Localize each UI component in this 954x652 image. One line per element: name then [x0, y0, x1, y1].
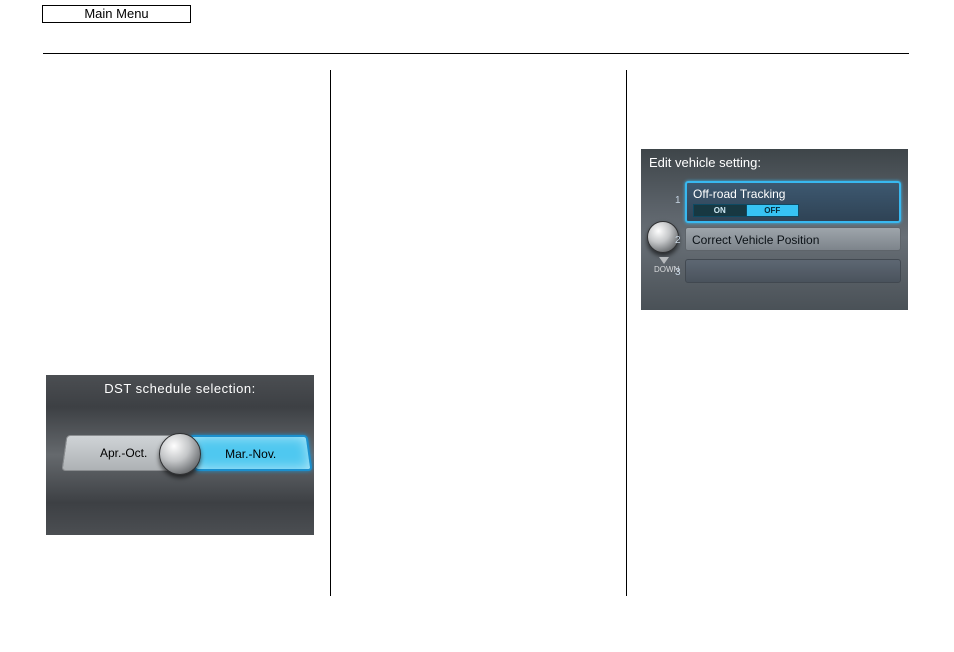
dst-option-mar-nov[interactable]: Mar.-Nov. [189, 435, 312, 471]
header-rule [43, 53, 909, 54]
correct-vehicle-position-label: Correct Vehicle Position [692, 232, 894, 248]
dst-title: DST schedule selection: [46, 381, 314, 396]
empty-row [685, 259, 901, 283]
column-divider-1 [330, 70, 331, 596]
column-divider-2 [626, 70, 627, 596]
row-index-1: 1 [675, 195, 681, 206]
dial-icon[interactable] [159, 433, 201, 475]
on-off-toggle: ON OFF [693, 204, 799, 217]
dst-schedule-panel: DST schedule selection: Apr.-Oct. Mar.-N… [46, 375, 314, 535]
edit-vehicle-settings-panel: Edit vehicle setting: DOWN 1 2 3 Off-roa… [641, 149, 908, 310]
offroad-tracking-row[interactable]: Off-road Tracking ON OFF [685, 181, 901, 223]
vehicle-title: Edit vehicle setting: [649, 155, 761, 170]
on-button[interactable]: ON [693, 204, 746, 217]
off-button[interactable]: OFF [746, 204, 800, 217]
main-menu-button[interactable]: Main Menu [42, 5, 191, 23]
row-index-3: 3 [675, 267, 681, 278]
row-index-2: 2 [675, 235, 681, 246]
offroad-tracking-label: Off-road Tracking [693, 187, 893, 201]
dst-option-left-label: Apr.-Oct. [100, 436, 147, 470]
dst-option-right-label: Mar.-Nov. [226, 437, 277, 471]
correct-vehicle-position-row[interactable]: Correct Vehicle Position [685, 227, 901, 251]
scroll-down-indicator[interactable]: DOWN [654, 257, 674, 274]
